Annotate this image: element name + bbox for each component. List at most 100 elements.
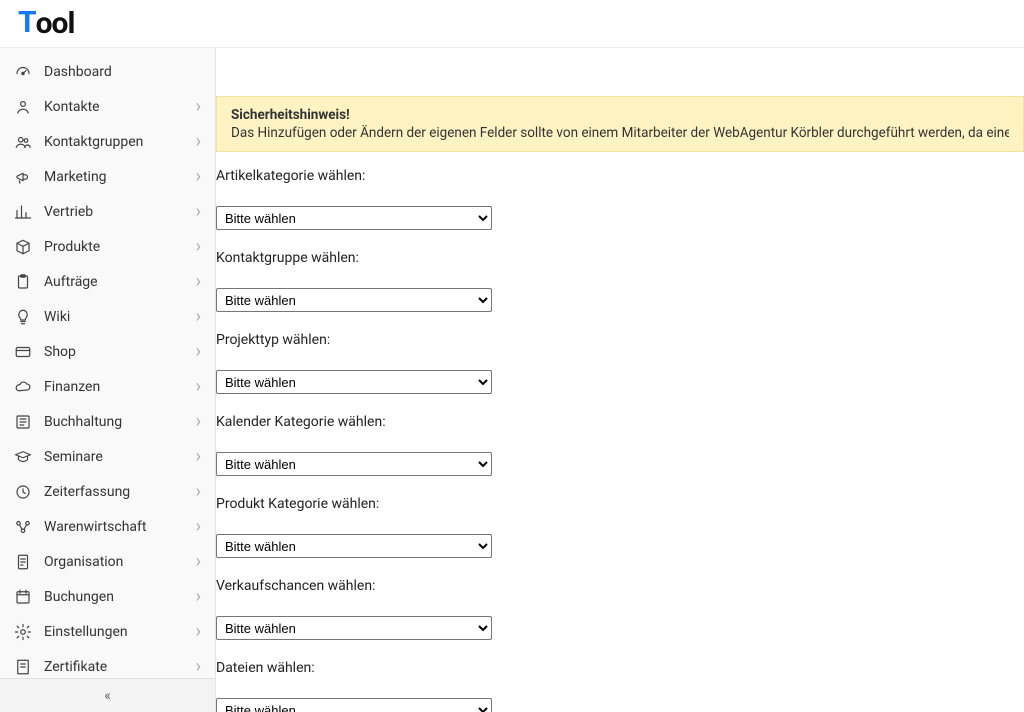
- sidebar-item-shop[interactable]: Shop ›: [0, 334, 215, 369]
- field-label: Verkaufschancen wählen:: [216, 578, 1024, 594]
- collapse-icon: «: [104, 688, 111, 704]
- topbar: Tool: [0, 0, 1024, 48]
- select-kalender-kategorie[interactable]: Bitte wählen: [216, 452, 492, 476]
- sidebar-item-kontaktgruppen[interactable]: Kontaktgruppen ›: [0, 124, 215, 159]
- field-verkaufschancen: Verkaufschancen wählen: Bitte wählen: [216, 578, 1024, 640]
- sidebar-nav: Dashboard Kontakte › Kontaktgruppen › Ma…: [0, 48, 215, 678]
- sidebar-item-label: Zeiterfassung: [44, 484, 196, 500]
- sidebar-item-label: Aufträge: [44, 274, 196, 290]
- package-icon: [14, 238, 32, 256]
- form-icon: [14, 553, 32, 571]
- sidebar-item-label: Wiki: [44, 309, 196, 325]
- chevron-right-icon: ›: [196, 483, 201, 501]
- sidebar-item-label: Warenwirtschaft: [44, 519, 196, 535]
- field-label: Kalender Kategorie wählen:: [216, 414, 1024, 430]
- select-produkt-kategorie[interactable]: Bitte wählen: [216, 534, 492, 558]
- sidebar-item-label: Einstellungen: [44, 624, 196, 640]
- clock-icon: [14, 483, 32, 501]
- select-verkaufschancen[interactable]: Bitte wählen: [216, 616, 492, 640]
- sidebar-item-vertrieb[interactable]: Vertrieb ›: [0, 194, 215, 229]
- chevron-right-icon: ›: [196, 133, 201, 151]
- sidebar-item-label: Finanzen: [44, 379, 196, 395]
- chevron-right-icon: ›: [196, 658, 201, 676]
- field-kontaktgruppe: Kontaktgruppe wählen: Bitte wählen: [216, 250, 1024, 312]
- field-label: Kontaktgruppe wählen:: [216, 250, 1024, 266]
- sidebar-item-organisation[interactable]: Organisation ›: [0, 544, 215, 579]
- security-warning-alert: Sicherheitshinweis! Das Hinzufügen oder …: [216, 96, 1024, 152]
- sidebar-item-wiki[interactable]: Wiki ›: [0, 299, 215, 334]
- field-label: Dateien wählen:: [216, 660, 1024, 676]
- sidebar-item-label: Buchungen: [44, 589, 196, 605]
- sidebar-item-label: Buchhaltung: [44, 414, 196, 430]
- sidebar-item-kontakte[interactable]: Kontakte ›: [0, 89, 215, 124]
- field-projekttyp: Projekttyp wählen: Bitte wählen: [216, 332, 1024, 394]
- field-label: Projekttyp wählen:: [216, 332, 1024, 348]
- certificate-icon: [14, 658, 32, 676]
- select-dateien[interactable]: Bitte wählen: [216, 698, 492, 712]
- logo-letter-t: T: [18, 5, 36, 40]
- clipboard-icon: [14, 273, 32, 291]
- chevron-right-icon: ›: [196, 203, 201, 221]
- chevron-right-icon: ›: [196, 378, 201, 396]
- sidebar-item-label: Organisation: [44, 554, 196, 570]
- alert-title: Sicherheitshinweis!: [231, 107, 1009, 123]
- megaphone-icon: [14, 168, 32, 186]
- sidebar-item-buchungen[interactable]: Buchungen ›: [0, 579, 215, 614]
- sidebar-item-warenwirtschaft[interactable]: Warenwirtschaft ›: [0, 509, 215, 544]
- field-produkt-kategorie: Produkt Kategorie wählen: Bitte wählen: [216, 496, 1024, 558]
- chevron-right-icon: ›: [196, 623, 201, 641]
- chevron-right-icon: ›: [196, 588, 201, 606]
- sidebar-item-dashboard[interactable]: Dashboard: [0, 54, 215, 89]
- sidebar-item-finanzen[interactable]: Finanzen ›: [0, 369, 215, 404]
- credit-card-icon: [14, 343, 32, 361]
- sidebar-item-zertifikate[interactable]: Zertifikate ›: [0, 649, 215, 678]
- sidebar-item-label: Vertrieb: [44, 204, 196, 220]
- sidebar-item-label: Kontaktgruppen: [44, 134, 196, 150]
- sidebar-item-label: Zertifikate: [44, 659, 196, 675]
- app-logo: Tool: [18, 6, 74, 41]
- chevron-right-icon: ›: [196, 413, 201, 431]
- graduation-cap-icon: [14, 448, 32, 466]
- sidebar-item-zeiterfassung[interactable]: Zeiterfassung ›: [0, 474, 215, 509]
- sidebar-item-seminare[interactable]: Seminare ›: [0, 439, 215, 474]
- people-icon: [14, 133, 32, 151]
- chevron-right-icon: ›: [196, 273, 201, 291]
- sidebar-item-label: Marketing: [44, 169, 196, 185]
- select-kontaktgruppe[interactable]: Bitte wählen: [216, 288, 492, 312]
- chevron-right-icon: ›: [196, 98, 201, 116]
- sidebar-item-marketing[interactable]: Marketing ›: [0, 159, 215, 194]
- chevron-right-icon: ›: [196, 343, 201, 361]
- main-content: Sicherheitshinweis! Das Hinzufügen oder …: [216, 48, 1024, 712]
- flow-icon: [14, 518, 32, 536]
- chevron-right-icon: ›: [196, 518, 201, 536]
- sidebar: Dashboard Kontakte › Kontaktgruppen › Ma…: [0, 48, 216, 712]
- sidebar-item-label: Seminare: [44, 449, 196, 465]
- field-artikelkategorie: Artikelkategorie wählen: Bitte wählen: [216, 168, 1024, 230]
- chevron-right-icon: ›: [196, 238, 201, 256]
- chevron-right-icon: ›: [196, 553, 201, 571]
- sidebar-item-label: Shop: [44, 344, 196, 360]
- alert-body: Das Hinzufügen oder Ändern der eigenen F…: [231, 125, 1009, 141]
- field-dateien: Dateien wählen: Bitte wählen: [216, 660, 1024, 712]
- chevron-right-icon: ›: [196, 168, 201, 186]
- sidebar-collapse-button[interactable]: «: [0, 678, 215, 712]
- chevron-right-icon: ›: [196, 448, 201, 466]
- sidebar-item-einstellungen[interactable]: Einstellungen ›: [0, 614, 215, 649]
- bar-chart-icon: [14, 203, 32, 221]
- sidebar-item-label: Kontakte: [44, 99, 196, 115]
- select-projekttyp[interactable]: Bitte wählen: [216, 370, 492, 394]
- sidebar-item-label: Produkte: [44, 239, 196, 255]
- field-kalender-kategorie: Kalender Kategorie wählen: Bitte wählen: [216, 414, 1024, 476]
- cloud-icon: [14, 378, 32, 396]
- chevron-right-icon: ›: [196, 308, 201, 326]
- person-icon: [14, 98, 32, 116]
- ledger-icon: [14, 413, 32, 431]
- select-artikelkategorie[interactable]: Bitte wählen: [216, 206, 492, 230]
- sidebar-item-produkte[interactable]: Produkte ›: [0, 229, 215, 264]
- field-label: Produkt Kategorie wählen:: [216, 496, 1024, 512]
- gear-icon: [14, 623, 32, 641]
- sidebar-item-buchhaltung[interactable]: Buchhaltung ›: [0, 404, 215, 439]
- sidebar-item-label: Dashboard: [44, 64, 201, 80]
- sidebar-item-auftraege[interactable]: Aufträge ›: [0, 264, 215, 299]
- field-label: Artikelkategorie wählen:: [216, 168, 1024, 184]
